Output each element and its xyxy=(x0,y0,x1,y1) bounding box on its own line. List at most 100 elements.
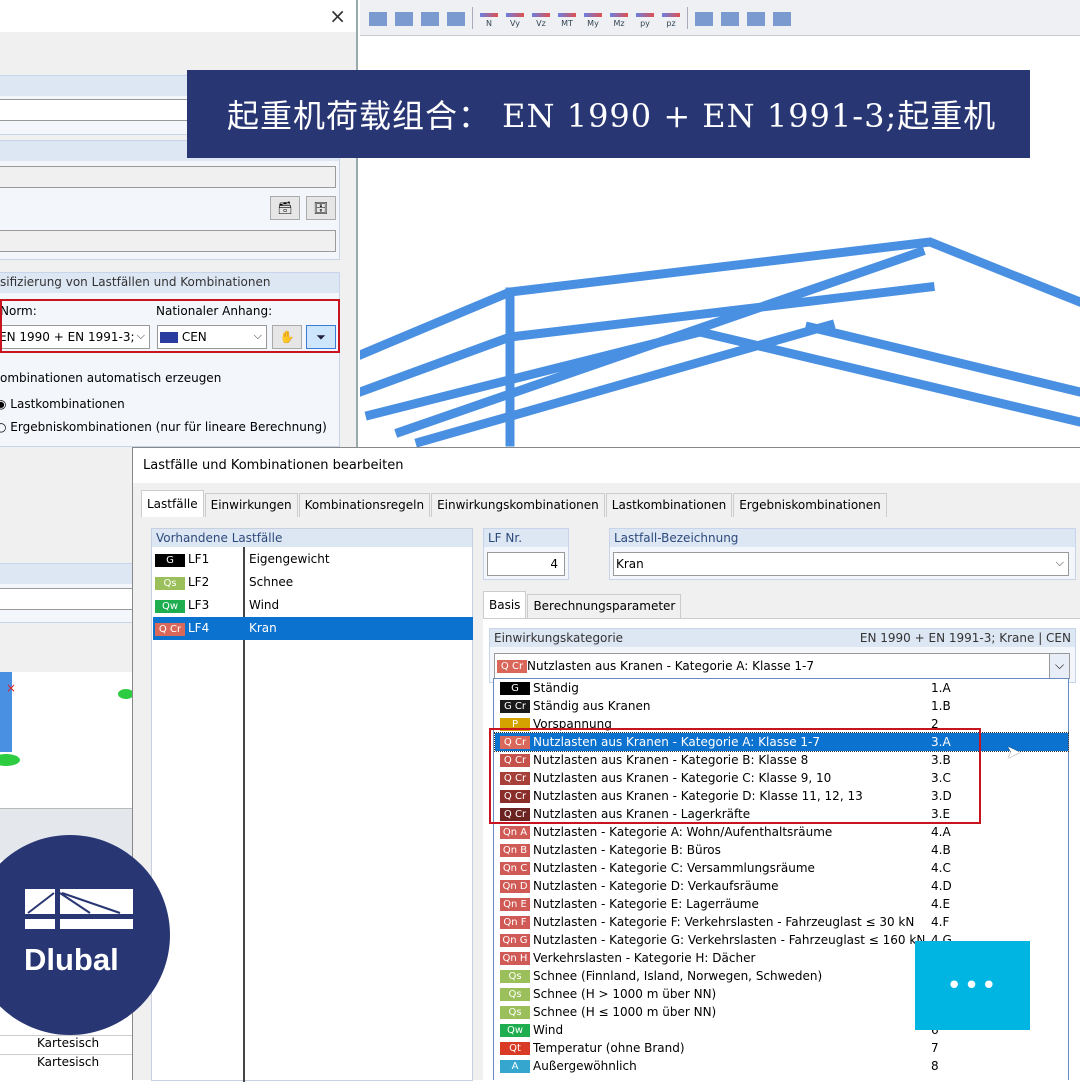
group-header: sifizierung von Lastfällen und Kombinati… xyxy=(0,273,339,293)
result-MT-icon[interactable]: MT xyxy=(557,8,577,28)
table-icon[interactable] xyxy=(746,8,766,28)
category-text: Nutzlasten - Kategorie G: Verkehrslasten… xyxy=(533,933,926,947)
chevron-down-icon[interactable]: ⌵ xyxy=(1049,654,1069,678)
category-text: Ständig xyxy=(533,681,579,695)
category-text: Außergewöhnlich xyxy=(533,1059,637,1073)
result-My-icon[interactable]: My xyxy=(583,8,603,28)
category-option[interactable]: G Cr Ständig aus Kranen 1.B xyxy=(495,697,1068,715)
archive-icon[interactable]: 🗄 xyxy=(306,196,336,220)
lf-nr-label: LF Nr. xyxy=(484,529,568,547)
category-badge: Qn D xyxy=(500,880,530,893)
tab-3[interactable]: Einwirkungskombinationen xyxy=(431,493,605,517)
table-cell: Kartesisch xyxy=(0,1036,132,1055)
result-pz-icon[interactable]: pz xyxy=(661,8,681,28)
category-option[interactable]: Qn E Nutzlasten - Kategorie E: Lagerräume… xyxy=(495,895,1068,913)
category-badge: Qw xyxy=(500,1024,530,1037)
category-code: 8 xyxy=(931,1059,939,1073)
category-badge: Qn E xyxy=(500,898,530,911)
category-text: Nutzlasten - Kategorie A: Wohn/Aufenthal… xyxy=(533,825,833,839)
mouse-cursor-icon: ➤ xyxy=(1006,742,1022,763)
section-icon[interactable] xyxy=(446,8,466,28)
close-icon[interactable]: × xyxy=(329,4,346,28)
category-text: Nutzlasten - Kategorie D: Verkaufsräume xyxy=(533,879,779,893)
more-button[interactable]: ••• xyxy=(915,941,1030,1030)
new-folder-icon[interactable]: 🗃 xyxy=(270,196,300,220)
category-text: Schnee (Finnland, Island, Norwegen, Schw… xyxy=(533,969,823,983)
result-Mz-icon[interactable]: Mz xyxy=(609,8,629,28)
crane-categories-highlight xyxy=(489,728,981,824)
tab-4[interactable]: Lastkombinationen xyxy=(605,493,733,517)
designation-group: Lastfall-Bezeichnung Kran ⌵ xyxy=(609,528,1076,580)
category-badge: A xyxy=(500,1060,530,1073)
svg-text:Dlubal: Dlubal xyxy=(24,942,119,977)
category-badge: Qs xyxy=(500,1006,530,1019)
table-cell: Kartesisch xyxy=(37,1055,100,1069)
norm-highlight-box xyxy=(0,299,340,353)
category-badge: Qn G xyxy=(500,934,530,947)
category-badge: Qs xyxy=(500,988,530,1001)
category-text: Nutzlasten - Kategorie E: Lagerräume xyxy=(533,897,759,911)
roof-beam xyxy=(394,246,926,438)
deformation-icon[interactable] xyxy=(720,8,740,28)
radio-result-combos[interactable]: ○ Ergebniskombinationen (nur für lineare… xyxy=(0,420,327,434)
load-case-badge: Qs xyxy=(155,577,185,590)
load-case-badge: G xyxy=(155,554,185,567)
load-case-row[interactable]: Qw LF3 Wind xyxy=(153,594,473,617)
category-option[interactable]: Qn A Nutzlasten - Kategorie A: Wohn/Aufen… xyxy=(495,823,1068,841)
tab-5[interactable]: Ergebniskombinationen xyxy=(733,493,887,517)
radio-load-combos[interactable]: ◉ Lastkombinationen xyxy=(0,397,125,411)
report-icon[interactable] xyxy=(772,8,792,28)
category-option[interactable]: Qn D Nutzlasten - Kategorie D: Verkaufsrä… xyxy=(495,877,1068,895)
toolbar: N Vy Vz MT My Mz py pz xyxy=(360,0,1080,36)
svg-text:×: × xyxy=(6,681,16,695)
display-icon[interactable] xyxy=(368,8,388,28)
result-py-icon[interactable]: py xyxy=(635,8,655,28)
tab-1[interactable]: Einwirkungen xyxy=(204,493,298,517)
category-option[interactable]: Qn F Nutzlasten - Kategorie F: Verkehrsla… xyxy=(495,913,1068,931)
category-text: Ständig aus Kranen xyxy=(533,699,651,713)
tab-0[interactable]: Lastfälle xyxy=(141,490,204,517)
tab-2[interactable]: Kombinationsregeln xyxy=(298,493,431,517)
load-case-row[interactable]: Q Cr LF4 Kran xyxy=(153,617,473,640)
category-text: Verkehrslasten - Kategorie H: Dächer xyxy=(533,951,756,965)
tab-bar: Lastfälle Einwirkungen Kombinationsregeln E… xyxy=(141,490,888,517)
lf-nr-input[interactable]: 4 xyxy=(487,552,565,576)
subtab-basis[interactable]: Basis xyxy=(483,591,527,618)
category-badge: Qn A xyxy=(500,826,530,839)
subtab-calculation-parameters[interactable]: Berechnungsparameter xyxy=(527,594,682,618)
load-case-name: Kran xyxy=(249,621,277,635)
category-option[interactable]: A Außergewöhnlich 8 xyxy=(495,1057,1068,1075)
text-field[interactable] xyxy=(0,230,336,252)
load-case-name: Schnee xyxy=(249,575,294,589)
category-select[interactable]: Q Cr Nutzlasten aus Kranen - Kategorie A:… xyxy=(494,653,1070,679)
designation-select[interactable]: Kran ⌵ xyxy=(613,552,1069,576)
result-Vz-icon[interactable]: Vz xyxy=(531,8,551,28)
category-code: 4.C xyxy=(931,861,951,875)
result-N-icon[interactable]: N xyxy=(479,8,499,28)
category-code: 1.A xyxy=(931,681,951,695)
category-option[interactable]: Qn B Nutzlasten - Kategorie B: Büros 4.B xyxy=(495,841,1068,859)
load-case-name: Eigengewicht xyxy=(249,552,330,566)
load-case-id: LF2 xyxy=(188,575,210,589)
support-icon[interactable] xyxy=(694,8,714,28)
category-label: Einwirkungskategorie xyxy=(494,631,624,645)
text-field[interactable] xyxy=(0,166,336,188)
category-badge: Qn B xyxy=(500,844,530,857)
category-code: 1.B xyxy=(931,699,951,713)
category-option[interactable]: G Ständig 1.A xyxy=(495,679,1068,697)
category-badge: Qt xyxy=(500,1042,530,1055)
load-case-name: Wind xyxy=(249,598,280,612)
roof-beam xyxy=(804,321,1080,397)
category-option[interactable]: Qt Temperatur (ohne Brand) 7 xyxy=(495,1039,1068,1057)
load-case-row[interactable]: Qs LF2 Schnee xyxy=(153,571,473,594)
render-icon[interactable] xyxy=(394,8,414,28)
result-Vy-icon[interactable]: Vy xyxy=(505,8,525,28)
member-icon[interactable] xyxy=(420,8,440,28)
separator xyxy=(472,6,473,29)
load-case-row[interactable]: G LF1 Eigengewicht xyxy=(153,548,473,571)
category-code: 4.D xyxy=(931,879,952,893)
category-option[interactable]: Qn C Nutzlasten - Kategorie C: Versammlun… xyxy=(495,859,1068,877)
category-code: 4.B xyxy=(931,843,951,857)
separator xyxy=(687,6,688,29)
list-header: Vorhandene Lastfälle xyxy=(152,529,472,547)
